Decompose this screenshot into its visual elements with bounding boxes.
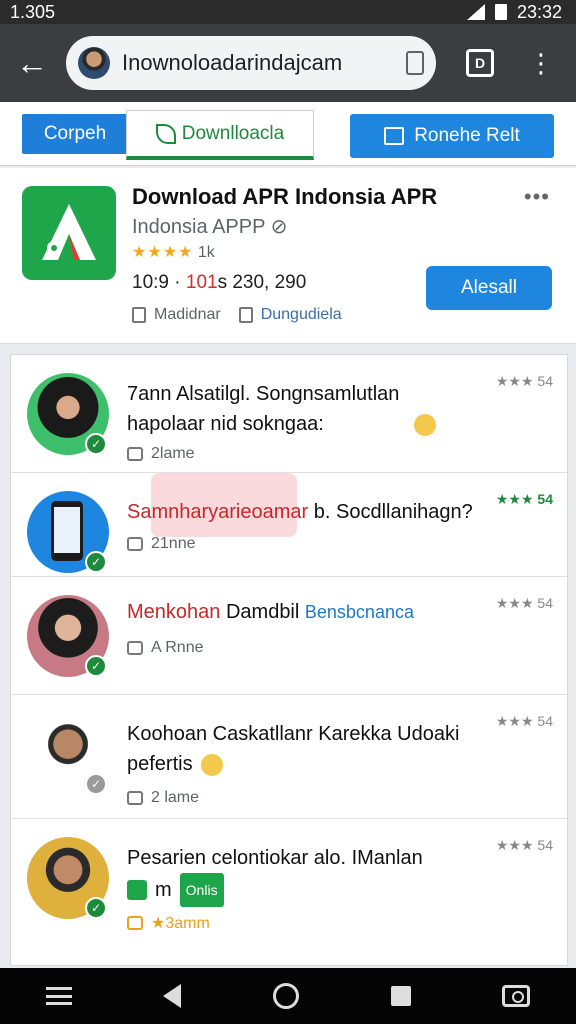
link-madidnar[interactable]: Madidnar [132, 306, 221, 324]
review-item[interactable]: ✓ Koohoan Caskatllanr Karekka Udoaki pef… [11, 695, 567, 819]
emoji-icon [413, 413, 436, 436]
signal-icon [466, 4, 485, 20]
review-item[interactable]: ✓ 7ann Alsatilgl. Songnsamlutlan hapolaa… [11, 355, 567, 473]
review-stars: ★★★ 54 [495, 491, 553, 507]
verified-check-icon: ✓ [85, 551, 107, 573]
review-text: Samnharyarieoamar b. Socdllanihagn? [127, 501, 473, 523]
url-text[interactable]: Inownoloadarindajcam [122, 50, 406, 76]
printer-icon [384, 127, 405, 145]
review-meta[interactable]: 21nne [127, 535, 196, 553]
review-stars: ★★★ 54 [495, 713, 553, 729]
rating-count: 1k [197, 244, 215, 261]
camera-icon[interactable] [502, 985, 531, 1007]
review-stars: ★★★ 54 [495, 595, 553, 611]
back-arrow-icon[interactable]: ← [12, 43, 52, 83]
tab-remote-label: Ronehe Relt [414, 125, 520, 146]
review-text: Pesarien celontiokar alo. IManlan m Onli… [127, 843, 487, 907]
like-icon [127, 791, 143, 805]
like-icon [127, 447, 143, 461]
verified-check-icon: ✓ [85, 773, 107, 795]
review-meta[interactable]: A Rnne [127, 639, 203, 657]
review-text: Menkohan Damdbil Bensbcnanca [127, 601, 414, 623]
reviews-list: ✓ 7ann Alsatilgl. Songnsamlutlan hapolaa… [10, 354, 568, 966]
review-text: Koohoan Caskatllanr Karekka Udoaki pefer… [127, 723, 460, 776]
profile-avatar[interactable] [78, 47, 110, 79]
status-icons: 23:32 [466, 1, 562, 23]
phone-icon [51, 501, 83, 561]
app-card: Download APR Indonsia APR Indonsia APPP … [0, 168, 576, 344]
verified-check-icon: ✓ [85, 433, 107, 455]
url-bar[interactable]: Inownoloadarindajcam [66, 36, 436, 90]
like-icon [127, 916, 143, 930]
app-badge-icon [127, 880, 147, 900]
review-item[interactable]: ✓ Menkohan Damdbil Bensbcnanca ★★★ 54 A … [11, 577, 567, 695]
more-options-icon[interactable]: ••• [524, 184, 550, 210]
app-stats: 10:9 · 101s 230, 290 [132, 272, 307, 293]
review-item[interactable]: ✓ Samnharyarieoamar b. Socdllanihagn? ★★… [11, 473, 567, 577]
like-icon [127, 537, 143, 551]
leaf-icon [155, 123, 176, 144]
review-meta[interactable]: ★3amm [127, 913, 210, 933]
app-logo-icon [22, 186, 116, 280]
tabs-switcher-button[interactable]: D [466, 49, 494, 77]
bookmark-icon[interactable] [406, 51, 424, 75]
status-left-text: 1.305 [10, 1, 56, 22]
tab-remote-button[interactable]: Ronehe Relt [350, 114, 554, 158]
review-meta[interactable]: 2lame [127, 445, 195, 463]
review-text: 7ann Alsatilgl. Songnsamlutlan hapolaar … [127, 379, 487, 439]
app-links: Madidnar Dungudiela [132, 306, 342, 324]
status-pill: Onlis [179, 873, 224, 907]
app-developer[interactable]: Indonsia APPP ⊘ [132, 214, 287, 239]
review-stars: ★★★ 54 [495, 373, 553, 389]
link-dungudiela[interactable]: Dungudiela [238, 306, 342, 324]
emoji-icon [200, 753, 223, 776]
battery-icon [494, 4, 507, 20]
nav-home-icon[interactable] [272, 983, 299, 1009]
nav-recents-icon[interactable] [390, 986, 411, 1006]
verified-check-icon: ✓ [85, 655, 107, 677]
browser-toolbar: ← Inownoloadarindajcam D ⋮ [0, 24, 576, 102]
review-stars: ★★★ 54 [495, 837, 553, 853]
status-bar: 1.305 23:32 [0, 0, 576, 24]
tab-downloads-label: Downlloacla [181, 122, 285, 144]
like-icon [127, 641, 143, 655]
install-button[interactable]: Alesall [426, 266, 552, 310]
rating-stars: ★★★★ [132, 244, 194, 261]
verified-check-icon: ✓ [85, 897, 107, 919]
system-nav-bar [0, 968, 576, 1024]
app-rating: ★★★★ 1k [132, 242, 215, 262]
tab-corpeh[interactable]: Corpeh [22, 114, 128, 154]
review-item[interactable]: ✓ Pesarien celontiokar alo. IManlan m On… [11, 819, 567, 937]
overflow-menu-icon[interactable]: ⋮ [528, 50, 554, 76]
menu-icon[interactable] [45, 987, 72, 1005]
category-tabs: Corpeh Downlloacla Ronehe Relt [0, 102, 576, 166]
nav-back-icon[interactable] [163, 984, 182, 1008]
review-meta[interactable]: 2 lame [127, 789, 199, 807]
share-icon [132, 307, 146, 323]
document-icon [238, 307, 253, 323]
tab-downloads[interactable]: Downlloacla [126, 110, 314, 160]
status-time: 23:32 [516, 1, 562, 22]
app-title: Download APR Indonsia APR [132, 184, 438, 209]
